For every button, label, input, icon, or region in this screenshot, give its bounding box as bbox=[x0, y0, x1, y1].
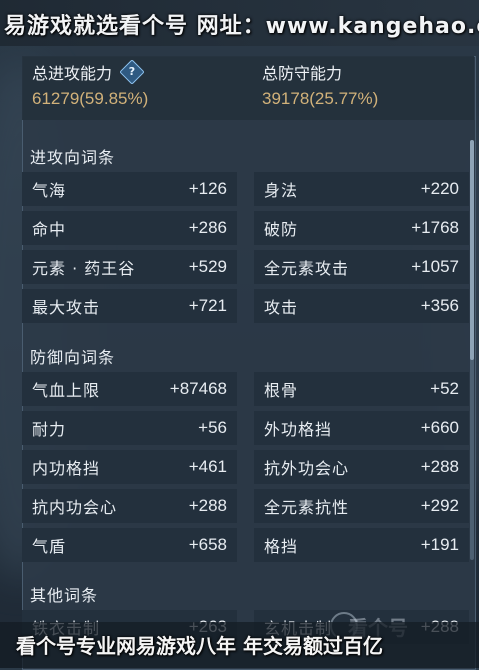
defense-label: 总防守能力 bbox=[262, 64, 343, 83]
defense-value: 39178(25.77%) bbox=[262, 89, 379, 108]
stat-cell: 最大攻击 +721 bbox=[22, 289, 237, 323]
stat-name: 抗外功会心 bbox=[264, 459, 350, 478]
stat-name: 抗内功会心 bbox=[32, 498, 118, 517]
stat-name: 气海 bbox=[32, 181, 67, 200]
summary-header: 总进攻能力 ? 61279(59.85%) 总防守能力 39178(25.77%… bbox=[22, 56, 474, 120]
stat-name: 外功格挡 bbox=[264, 420, 333, 439]
stat-name: 全元素攻击 bbox=[264, 259, 350, 278]
bottom-watermark-banner: 看个号专业网易游戏八年 年交易额过百亿 bbox=[0, 622, 479, 668]
stat-name: 格挡 bbox=[264, 537, 299, 556]
stat-cell: 格挡 +191 bbox=[254, 528, 469, 562]
stat-cell: 气盾 +658 bbox=[22, 528, 237, 562]
stat-name: 命中 bbox=[32, 220, 67, 239]
stat-name: 气盾 bbox=[32, 537, 67, 556]
stat-value: +658 bbox=[188, 535, 227, 554]
attack-summary: 总进攻能力 ? 61279(59.85%) bbox=[32, 59, 149, 112]
stat-cell: 根骨 +52 bbox=[254, 372, 469, 406]
stat-value: +292 bbox=[420, 496, 459, 515]
stat-name: 气血上限 bbox=[32, 381, 101, 400]
stat-cell: 攻击 +356 bbox=[254, 289, 469, 323]
stat-value: +288 bbox=[420, 457, 459, 476]
stat-cell: 全元素攻击 +1057 bbox=[254, 250, 469, 284]
stat-name: 耐力 bbox=[32, 420, 67, 439]
stat-cell: 外功格挡 +660 bbox=[254, 411, 469, 445]
stat-value: +461 bbox=[188, 457, 227, 476]
attack-section-title: 进攻向词条 bbox=[30, 148, 116, 167]
defense-summary: 总防守能力 39178(25.77%) bbox=[262, 62, 378, 112]
stat-name: 破防 bbox=[264, 220, 299, 239]
scrollbar-thumb[interactable] bbox=[470, 140, 474, 360]
stat-name: 根骨 bbox=[264, 381, 299, 400]
stat-name: 身法 bbox=[264, 181, 299, 200]
other-section-title: 其他词条 bbox=[30, 586, 99, 605]
stat-cell: 气血上限 +87468 bbox=[22, 372, 237, 406]
stat-cell: 身法 +220 bbox=[254, 172, 469, 206]
stat-name: 元素 · 药王谷 bbox=[32, 259, 136, 278]
bottom-watermark-text: 看个号专业网易游戏八年 年交易额过百亿 bbox=[16, 634, 383, 658]
stat-value: +1057 bbox=[411, 257, 459, 276]
stat-value: +87468 bbox=[169, 379, 227, 398]
stat-name: 最大攻击 bbox=[32, 298, 101, 317]
stat-cell: 抗内功会心 +288 bbox=[22, 489, 237, 523]
stat-name: 攻击 bbox=[264, 298, 299, 317]
stat-cell: 耐力 +56 bbox=[22, 411, 237, 445]
stat-name: 内功格挡 bbox=[32, 459, 101, 478]
attack-label: 总进攻能力 bbox=[32, 64, 113, 83]
stat-value: +1768 bbox=[411, 218, 459, 237]
stat-value: +356 bbox=[420, 296, 459, 315]
stat-value: +52 bbox=[430, 379, 459, 398]
stat-cell: 元素 · 药王谷 +529 bbox=[22, 250, 237, 284]
scrollbar[interactable] bbox=[470, 140, 474, 560]
defense-section-title: 防御向词条 bbox=[30, 348, 116, 367]
stat-value: +529 bbox=[188, 257, 227, 276]
stat-value: +220 bbox=[420, 179, 459, 198]
stat-value: +126 bbox=[188, 179, 227, 198]
stat-cell: 抗外功会心 +288 bbox=[254, 450, 469, 484]
stat-cell: 全元素抗性 +292 bbox=[254, 489, 469, 523]
stat-value: +721 bbox=[188, 296, 227, 315]
stat-name: 全元素抗性 bbox=[264, 498, 350, 517]
attack-value: 61279(59.85%) bbox=[32, 89, 149, 108]
top-watermark-banner: 易游戏就选看个号 网址：www.kangehao.c bbox=[0, 0, 479, 46]
stat-cell: 气海 +126 bbox=[22, 172, 237, 206]
stat-value: +288 bbox=[188, 496, 227, 515]
stat-cell: 命中 +286 bbox=[22, 211, 237, 245]
stat-value: +660 bbox=[420, 418, 459, 437]
stat-value: +56 bbox=[198, 418, 227, 437]
top-watermark-text: 易游戏就选看个号 网址：www.kangehao.c bbox=[4, 14, 479, 39]
stat-cell: 破防 +1768 bbox=[254, 211, 469, 245]
stat-cell: 内功格挡 +461 bbox=[22, 450, 237, 484]
info-icon[interactable]: ? bbox=[119, 59, 145, 85]
stat-value: +286 bbox=[188, 218, 227, 237]
stat-value: +191 bbox=[420, 535, 459, 554]
